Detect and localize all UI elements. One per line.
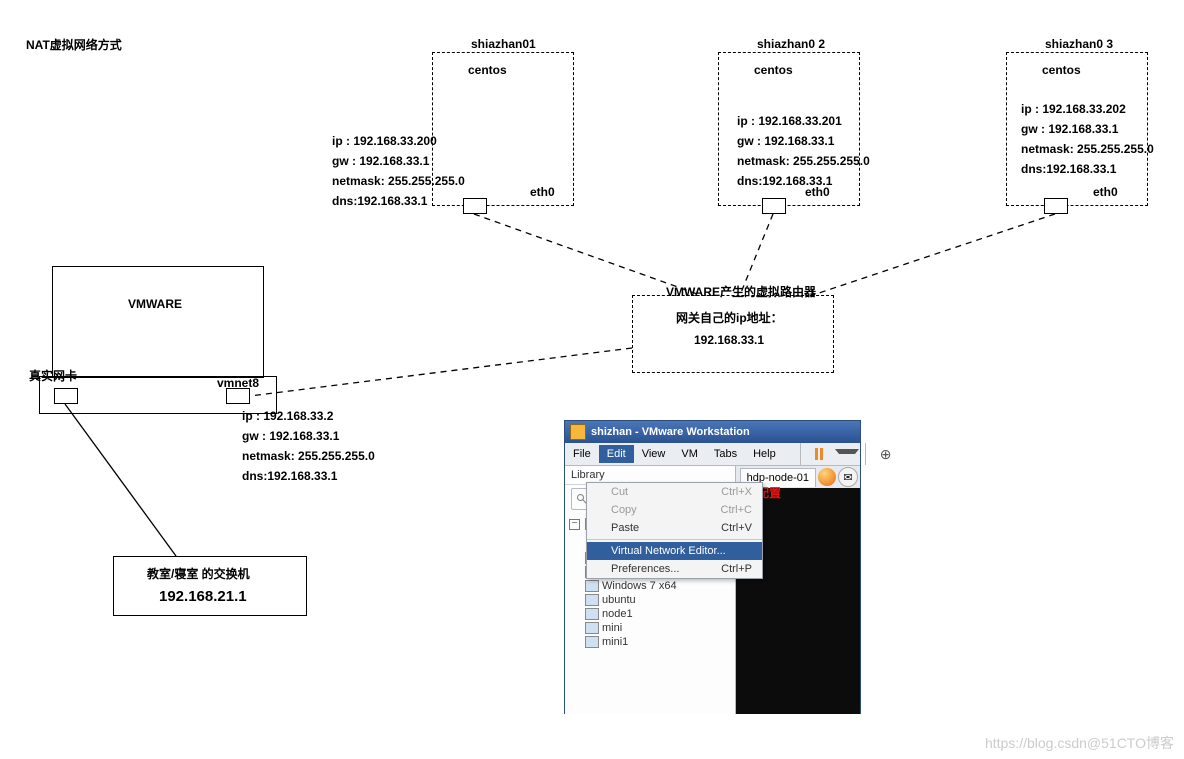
menu-vm[interactable]: VM bbox=[673, 445, 706, 463]
host-box bbox=[52, 266, 264, 378]
pause-button[interactable] bbox=[800, 443, 865, 465]
vm3-gw: gw : 192.168.33.1 bbox=[1021, 121, 1118, 138]
app-icon bbox=[570, 424, 586, 440]
menu-tabs[interactable]: Tabs bbox=[706, 445, 745, 463]
host-port-vmnet bbox=[226, 388, 250, 404]
vm1-ip: ip : 192.168.33.200 bbox=[332, 133, 437, 150]
switch-l1: 教室/寝室 的交换机 bbox=[147, 566, 250, 583]
host-label: VMWARE bbox=[128, 296, 182, 313]
tree-item[interactable]: node1 bbox=[567, 607, 733, 621]
ctx-preferences[interactable]: Preferences...Ctrl+P bbox=[587, 560, 762, 578]
tree-item[interactable]: ubuntu bbox=[567, 593, 733, 607]
menu-help[interactable]: Help bbox=[745, 445, 784, 463]
menu-file[interactable]: File bbox=[565, 445, 599, 463]
host-nm: netmask: 255.255.255.0 bbox=[242, 448, 375, 465]
vm3-nic: eth0 bbox=[1093, 184, 1118, 201]
vm2-nic: eth0 bbox=[805, 184, 830, 201]
vm1-port bbox=[463, 198, 487, 214]
vm3-name: shiazhan0 3 bbox=[1045, 36, 1113, 53]
vm1-gw: gw : 192.168.33.1 bbox=[332, 153, 429, 170]
window-title: shizhan - VMware Workstation bbox=[591, 426, 750, 438]
vm3-os: centos bbox=[1042, 62, 1081, 79]
menubar: File Edit View VM Tabs Help ⊕ bbox=[565, 443, 860, 466]
vm2-os: centos bbox=[754, 62, 793, 79]
watermark: https://blog.csdn@51CTO博客 bbox=[985, 733, 1174, 753]
vm1-dns: dns:192.168.33.1 bbox=[332, 193, 427, 210]
switch-l2: 192.168.21.1 bbox=[159, 586, 247, 607]
host-gw: gw : 192.168.33.1 bbox=[242, 428, 339, 445]
ctx-virtual-network-editor[interactable]: Virtual Network Editor... bbox=[587, 542, 762, 560]
plus-icon: ⊕ bbox=[872, 443, 900, 466]
ctx-paste[interactable]: PasteCtrl+V bbox=[587, 519, 762, 537]
router-l1: 网关自己的ip地址： bbox=[676, 310, 783, 327]
mail-icon[interactable]: ✉ bbox=[838, 467, 858, 487]
vm3-nm: netmask: 255.255.255.0 bbox=[1021, 141, 1154, 158]
vm3-ip: ip : 192.168.33.202 bbox=[1021, 101, 1126, 118]
menu-view[interactable]: View bbox=[634, 445, 674, 463]
tree-item[interactable]: mini bbox=[567, 621, 733, 635]
vm2-nm: netmask: 255.255.255.0 bbox=[737, 153, 870, 170]
vm1-nic: eth0 bbox=[530, 184, 555, 201]
host-port-real bbox=[54, 388, 78, 404]
tree-item[interactable]: Windows 7 x64 bbox=[567, 579, 733, 593]
vm2-name: shiazhan0 2 bbox=[757, 36, 825, 53]
tree-item[interactable]: mini1 bbox=[567, 635, 733, 649]
vm1-os: centos bbox=[468, 62, 507, 79]
vm1-name: shiazhan01 bbox=[471, 36, 536, 53]
host-dns: dns:192.168.33.1 bbox=[242, 468, 337, 485]
vm2-ip: ip : 192.168.33.201 bbox=[737, 113, 842, 130]
menu-edit[interactable]: Edit bbox=[599, 445, 634, 463]
titlebar: shizhan - VMware Workstation bbox=[565, 421, 860, 443]
chevron-down-icon bbox=[835, 449, 859, 460]
vm2-gw: gw : 192.168.33.1 bbox=[737, 133, 834, 150]
router-l2: 192.168.33.1 bbox=[694, 332, 764, 349]
ctx-cut: CutCtrl+X bbox=[587, 483, 762, 501]
host-realnic: 真实网卡 bbox=[29, 368, 77, 385]
diagram-title: NAT虚拟网络方式 bbox=[26, 37, 122, 54]
ctx-copy: CopyCtrl+C bbox=[587, 501, 762, 519]
vm3-port bbox=[1044, 198, 1068, 214]
host-ip: ip : 192.168.33.2 bbox=[242, 408, 333, 425]
firefox-icon[interactable] bbox=[818, 468, 836, 486]
diagram-root: NAT虚拟网络方式 shiazhan01 centos ip : 192.168… bbox=[0, 0, 1184, 759]
vm2-port bbox=[762, 198, 786, 214]
add-button[interactable]: ⊕ bbox=[865, 443, 906, 465]
vm3-dns: dns:192.168.33.1 bbox=[1021, 161, 1116, 178]
edit-context-menu: CutCtrl+X CopyCtrl+C PasteCtrl+V Virtual… bbox=[586, 482, 763, 579]
vm1-nm: netmask: 255.255.255.0 bbox=[332, 173, 465, 190]
